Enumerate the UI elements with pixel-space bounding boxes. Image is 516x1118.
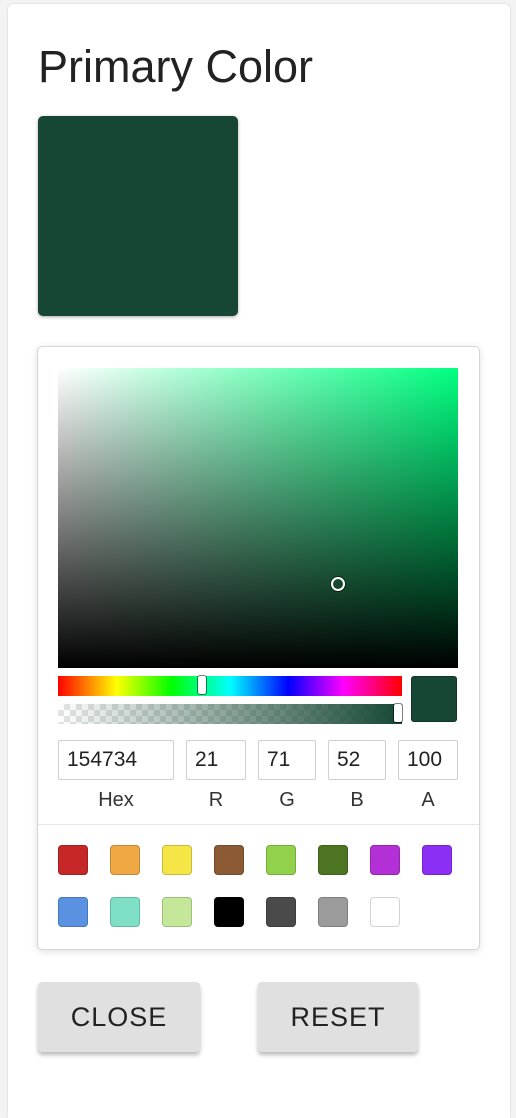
g-input[interactable] xyxy=(258,740,316,780)
preset-swatch[interactable] xyxy=(58,897,88,927)
preset-swatch[interactable] xyxy=(266,897,296,927)
b-field-group: B xyxy=(328,740,386,812)
g-field-group: G xyxy=(258,740,316,812)
preset-swatch[interactable] xyxy=(422,845,452,875)
a-input[interactable] xyxy=(398,740,458,780)
preset-swatch[interactable] xyxy=(58,845,88,875)
a-field-group: A xyxy=(398,740,458,812)
preset-swatch[interactable] xyxy=(266,845,296,875)
preset-swatch[interactable] xyxy=(110,897,140,927)
hex-field-group: Hex xyxy=(58,740,174,812)
alpha-slider-handle[interactable] xyxy=(394,704,402,722)
r-input[interactable] xyxy=(186,740,246,780)
preset-swatch[interactable] xyxy=(318,845,348,875)
selected-color-swatch[interactable] xyxy=(38,116,238,316)
r-field-group: R xyxy=(186,740,246,812)
reset-button[interactable]: RESET xyxy=(258,982,418,1052)
hex-input[interactable] xyxy=(58,740,174,780)
g-label: G xyxy=(279,789,295,811)
preset-swatch[interactable] xyxy=(370,845,400,875)
preset-swatch[interactable] xyxy=(214,897,244,927)
saturation-value-handle[interactable] xyxy=(331,577,345,591)
color-setting-panel: Primary Color Hex R G B xyxy=(8,4,510,1118)
alpha-slider[interactable] xyxy=(58,704,402,724)
page-title: Primary Color xyxy=(38,41,314,92)
close-button[interactable]: CLOSE xyxy=(38,982,200,1052)
color-preview-swatch xyxy=(411,676,457,722)
hue-slider-handle[interactable] xyxy=(198,676,207,694)
hue-slider[interactable] xyxy=(58,676,402,696)
preset-swatch[interactable] xyxy=(370,897,400,927)
a-label: A xyxy=(421,789,435,811)
r-label: R xyxy=(208,789,224,811)
preset-swatch[interactable] xyxy=(110,845,140,875)
preset-swatch[interactable] xyxy=(318,897,348,927)
color-picker: Hex R G B A xyxy=(37,346,480,950)
hex-label: Hex xyxy=(98,789,134,811)
b-label: B xyxy=(350,789,364,811)
b-input[interactable] xyxy=(328,740,386,780)
saturation-value-area[interactable] xyxy=(58,368,458,668)
preset-swatch[interactable] xyxy=(162,845,192,875)
preset-swatch[interactable] xyxy=(214,845,244,875)
divider xyxy=(38,824,479,825)
preset-swatch[interactable] xyxy=(162,897,192,927)
